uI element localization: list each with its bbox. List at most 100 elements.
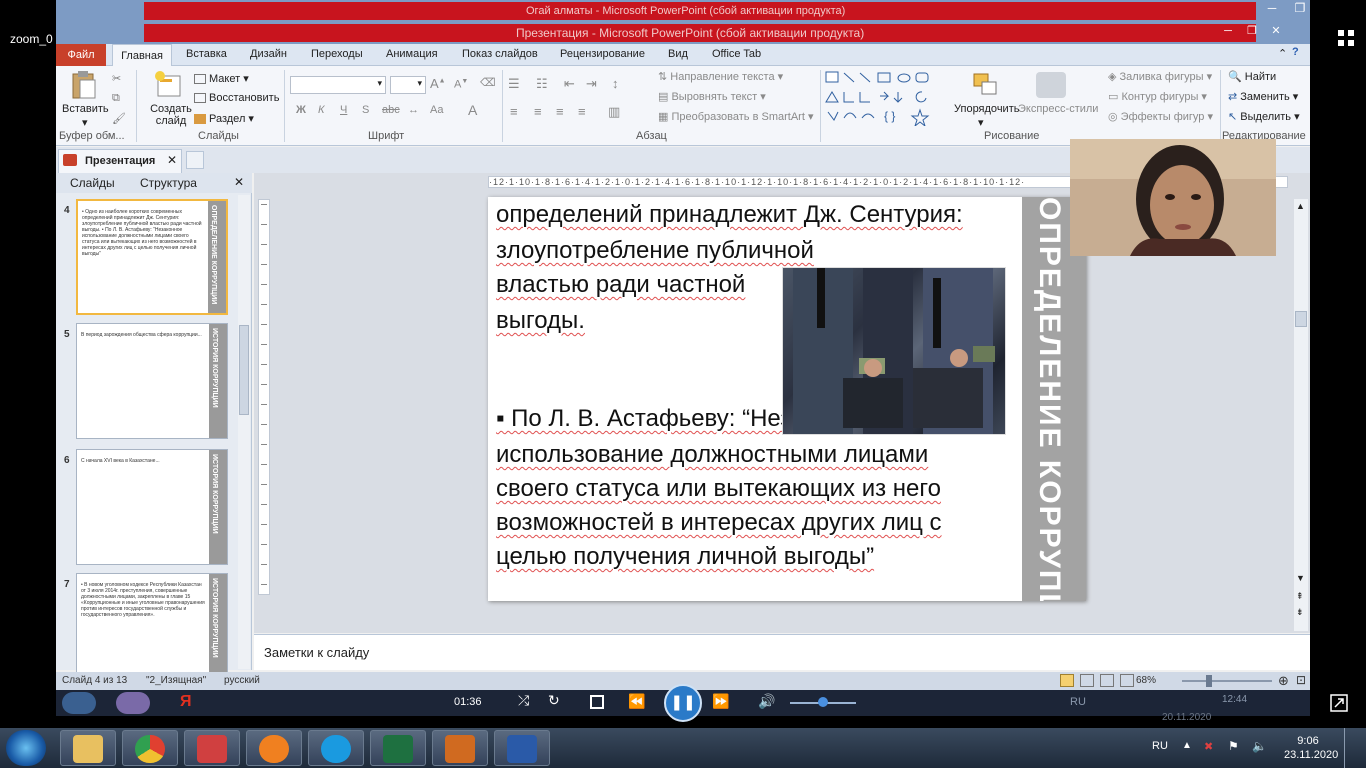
doc-restore-button[interactable]: ❐ [1240, 22, 1264, 40]
copy-icon[interactable]: ⧉ [112, 92, 120, 105]
slide-photo[interactable] [782, 267, 1006, 435]
tab-file[interactable]: Файл [56, 44, 106, 66]
clear-format-icon[interactable]: ⌫ [480, 76, 496, 89]
arrange-icon[interactable] [970, 70, 1000, 100]
paste-dropdown-icon[interactable]: ▾ [82, 116, 88, 129]
tab-animation[interactable]: Анимация [386, 48, 438, 60]
numbering-icon[interactable]: ☷ [536, 76, 548, 92]
notes-pane[interactable]: Заметки к слайду [254, 634, 1310, 670]
underline-button[interactable]: Ч [340, 104, 347, 116]
doc-close-button[interactable]: ✕ [1264, 22, 1288, 40]
line-spacing-icon[interactable]: ↕ [612, 76, 619, 91]
taskbar-snipping[interactable] [184, 730, 240, 766]
bullets-icon[interactable]: ☰ [508, 76, 520, 92]
taskbar-explorer[interactable] [60, 730, 116, 766]
tray-network-icon[interactable]: ✖ [1204, 740, 1213, 753]
shape-fill-button[interactable]: ◈ Заливка фигуры ▾ [1108, 70, 1212, 83]
new-slide-button[interactable]: Создать слайд [149, 103, 193, 127]
slide-sorter-icon[interactable] [1080, 674, 1094, 687]
slide[interactable]: определений принадлежит Дж. Сентурия: зло… [488, 197, 1086, 601]
language-indicator-taskbar[interactable]: RU [1152, 740, 1168, 752]
shape-outline-button[interactable]: ▭ Контур фигуры ▾ [1108, 90, 1207, 103]
theme-name[interactable]: "2_Изящная" [146, 675, 206, 686]
tray-volume-icon[interactable]: 🔈 [1252, 739, 1267, 753]
select-button[interactable]: ↖ Выделить ▾ [1228, 110, 1300, 123]
align-right-icon[interactable]: ≡ [556, 104, 564, 119]
previous-icon[interactable]: ⏪ [628, 693, 645, 710]
panel-scrollbar[interactable] [238, 195, 250, 669]
layout-button[interactable]: Макет ▾ [194, 72, 249, 85]
paste-icon[interactable] [70, 70, 98, 100]
help-icon[interactable]: ? [1292, 46, 1299, 58]
font-name-combo[interactable]: ▾ [290, 76, 386, 94]
quick-styles-button[interactable]: Экспресс-стили [1018, 103, 1098, 115]
cut-icon[interactable]: ✂ [112, 72, 121, 85]
fit-slide-icon[interactable]: ⊡ [1296, 673, 1306, 687]
tab-home[interactable]: Главная [112, 44, 172, 67]
taskbar-word[interactable] [494, 730, 550, 766]
close-tab-icon[interactable]: ✕ [167, 153, 177, 167]
replace-button[interactable]: ⇄ Заменить ▾ [1228, 90, 1298, 103]
language-indicator[interactable]: русский [224, 675, 260, 686]
tab-slideshow[interactable]: Показ слайдов [462, 48, 538, 60]
start-button[interactable] [6, 730, 46, 766]
char-spacing-icon[interactable]: ↔ [408, 104, 419, 116]
taskbar-skype[interactable] [308, 730, 364, 766]
arrange-dropdown-icon[interactable]: ▾ [978, 116, 984, 129]
new-tab-button[interactable] [186, 151, 204, 169]
document-tab[interactable]: Презентация ✕ [58, 149, 182, 173]
show-desktop-button[interactable] [1344, 728, 1366, 768]
taskbar-firefox[interactable] [246, 730, 302, 766]
slide-thumbnail[interactable]: • Одно из наиболее коротких современных … [76, 199, 228, 315]
change-case-button[interactable]: Aa [430, 104, 443, 116]
slide-thumbnail[interactable]: С начала XVI века в Казахстане... ИСТОРИЯ… [76, 449, 228, 565]
align-left-icon[interactable]: ≡ [510, 104, 518, 119]
smartart-button[interactable]: ▦ Преобразовать в SmartArt ▾ [658, 110, 813, 123]
tab-review[interactable]: Рецензирование [560, 48, 645, 60]
find-button[interactable]: 🔍 Найти [1228, 70, 1276, 83]
tab-slides[interactable]: Слайды [70, 176, 115, 190]
new-slide-icon[interactable] [152, 70, 182, 100]
pause-button[interactable]: ❚❚ [664, 684, 702, 722]
stop-icon[interactable] [590, 695, 604, 709]
tab-transitions[interactable]: Переходы [311, 48, 363, 60]
tab-outline[interactable]: Структура [140, 176, 197, 190]
slideshow-icon[interactable] [1120, 674, 1134, 687]
italic-button[interactable]: К [318, 104, 324, 116]
tab-insert[interactable]: Вставка [186, 48, 227, 60]
paste-button[interactable]: Вставить [62, 103, 109, 115]
reading-view-icon[interactable] [1100, 674, 1114, 687]
grid-view-icon[interactable] [1336, 28, 1356, 48]
next-icon[interactable]: ⏩ [712, 693, 729, 710]
zoom-level[interactable]: 68% [1136, 675, 1156, 686]
bold-button[interactable]: Ж [296, 104, 306, 116]
minimize-button[interactable]: ─ [1258, 0, 1286, 18]
grow-font-icon[interactable]: A▲ [430, 76, 446, 91]
next-slide-icon[interactable]: ⇟ [1296, 607, 1304, 618]
columns-icon[interactable]: ▥ [608, 104, 620, 120]
arrange-button[interactable]: Упорядочить [954, 103, 1019, 115]
align-text-button[interactable]: ▤ Выровнять текст ▾ [658, 90, 766, 103]
section-button[interactable]: Раздел ▾ [194, 112, 254, 125]
previous-slide-icon[interactable]: ⇞ [1296, 591, 1304, 602]
volume-icon[interactable]: 🔊 [758, 693, 775, 710]
taskbar-excel[interactable] [370, 730, 426, 766]
zoom-slider[interactable] [1182, 680, 1272, 682]
doc-minimize-button[interactable]: ─ [1216, 22, 1240, 40]
increase-indent-icon[interactable]: ⇥ [586, 76, 597, 92]
align-center-icon[interactable]: ≡ [534, 104, 542, 119]
tab-office-tab[interactable]: Office Tab [712, 48, 761, 60]
taskbar-powerpoint[interactable] [432, 730, 488, 766]
text-direction-button[interactable]: ⇅ Направление текста ▾ [658, 70, 783, 83]
format-painter-icon[interactable]: 🖌 [112, 112, 126, 125]
quick-styles-icon[interactable] [1036, 72, 1066, 98]
expand-icon[interactable] [1330, 694, 1348, 712]
volume-thumb[interactable] [818, 697, 828, 707]
taskbar-chrome[interactable] [122, 730, 178, 766]
font-size-combo[interactable]: ▾ [390, 76, 426, 94]
tab-design[interactable]: Дизайн [250, 48, 287, 60]
decrease-indent-icon[interactable]: ⇤ [564, 76, 575, 92]
tray-chevron-icon[interactable]: ▲ [1182, 740, 1192, 751]
justify-icon[interactable]: ≡ [578, 104, 586, 119]
maximize-button[interactable]: ❐ [1286, 0, 1310, 18]
